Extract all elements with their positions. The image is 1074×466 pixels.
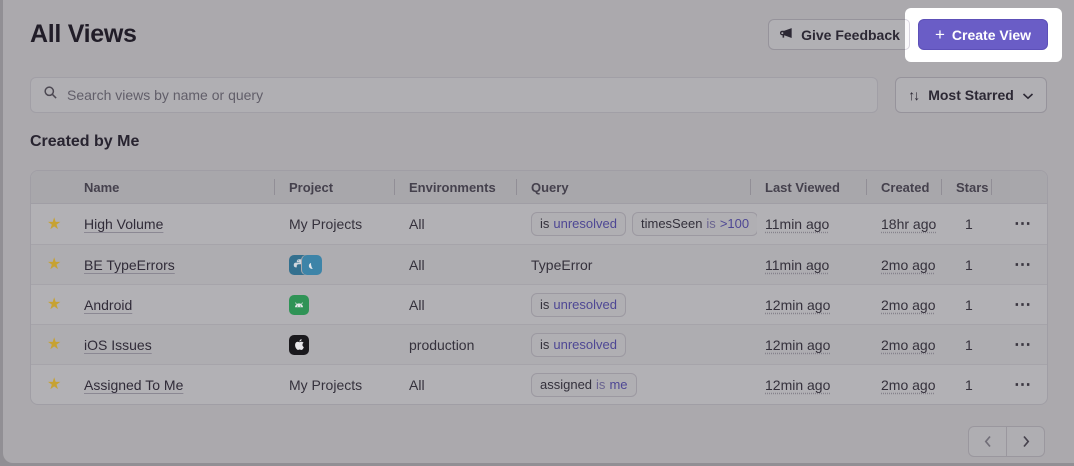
query-cell: TypeError	[531, 257, 765, 273]
star-toggle-button[interactable]: ★	[47, 257, 61, 273]
created-cell: 2mo ago	[881, 377, 956, 393]
star-cell: ★	[31, 336, 84, 353]
view-name-link[interactable]: High Volume	[84, 216, 163, 232]
stars-count: 1	[956, 377, 1006, 393]
create-view-label: Create View	[952, 27, 1031, 43]
created-cell: 2mo ago	[881, 297, 956, 313]
megaphone-icon	[779, 26, 794, 44]
flask-platform-icon	[302, 255, 322, 275]
star-toggle-button[interactable]: ★	[47, 377, 61, 393]
created-cell: 2mo ago	[881, 337, 956, 353]
android-platform-icon	[289, 295, 309, 315]
query-cell: isunresolvedtimesSeenis>100	[531, 212, 765, 236]
column-header-stars: Stars	[956, 180, 1006, 195]
stars-count: 1	[956, 337, 1006, 353]
column-header-query: Query	[531, 180, 765, 195]
give-feedback-button-edge	[905, 19, 910, 50]
section-title: Created by Me	[30, 133, 139, 151]
project-cell	[289, 335, 409, 355]
search-icon	[43, 85, 58, 105]
query-chip: assignedisme	[531, 373, 637, 397]
create-view-button[interactable]: + Create View	[918, 19, 1048, 50]
last-viewed-cell: 12min ago	[765, 297, 881, 313]
view-row[interactable]: ★ Android Allisunresolved 12min ago2mo ago1…	[31, 284, 1047, 324]
query-chip: isunresolved	[531, 333, 626, 357]
stars-count: 1	[956, 216, 1006, 232]
chevron-down-icon	[1022, 87, 1034, 103]
view-row[interactable]: ★ Assigned To Me My ProjectsAllassignedism…	[31, 364, 1047, 404]
view-name-link[interactable]: Assigned To Me	[84, 377, 183, 393]
environments-cell: All	[409, 297, 531, 313]
star-toggle-button[interactable]: ★	[47, 217, 61, 233]
previous-page-button[interactable]	[968, 426, 1007, 457]
view-row[interactable]: ★ High Volume My ProjectsAllisunresolvedti…	[31, 204, 1047, 244]
apple-platform-icon	[289, 335, 309, 355]
stars-count: 1	[956, 297, 1006, 313]
view-row[interactable]: ★ iOS Issues productionisunresolved 12min a…	[31, 324, 1047, 364]
column-header-environments: Environments	[409, 180, 531, 195]
table-body: ★High VolumeMy ProjectsAllisunresolvedti…	[31, 204, 1047, 404]
view-name-link[interactable]: Android	[84, 297, 132, 313]
last-viewed-cell: 12min ago	[765, 337, 881, 353]
next-page-button[interactable]	[1006, 426, 1045, 457]
last-viewed-cell: 11min ago	[765, 257, 881, 273]
view-row[interactable]: ★ BE TypeErrors AllTypeError11min ago2mo a…	[31, 244, 1047, 284]
view-name-link[interactable]: BE TypeErrors	[84, 257, 175, 273]
project-cell	[289, 295, 409, 315]
search-views-box[interactable]	[30, 77, 878, 113]
star-cell: ★	[31, 216, 84, 233]
query-cell: isunresolved	[531, 293, 765, 317]
column-header-name: Name	[31, 180, 289, 195]
created-cell: 2mo ago	[881, 257, 956, 273]
query-chip: timesSeenis>100	[632, 212, 757, 236]
column-header-last-viewed: Last Viewed	[765, 180, 881, 195]
row-menu-button[interactable]: ⋯	[1006, 255, 1032, 275]
column-header-created: Created	[881, 180, 956, 195]
page-title: All Views	[30, 20, 137, 49]
plus-icon: +	[935, 26, 945, 43]
query-cell: isunresolved	[531, 333, 765, 357]
view-name-link[interactable]: iOS Issues	[84, 337, 152, 353]
last-viewed-cell: 12min ago	[765, 377, 881, 393]
star-cell: ★	[31, 296, 84, 313]
star-cell: ★	[31, 376, 84, 393]
table-header: NameProjectEnvironmentsQueryLast ViewedC…	[31, 171, 1047, 204]
row-menu-button[interactable]: ⋯	[1006, 335, 1032, 355]
column-header-project: Project	[289, 180, 409, 195]
row-menu-button[interactable]: ⋯	[1006, 214, 1032, 234]
pagination	[968, 426, 1045, 457]
views-table: NameProjectEnvironmentsQueryLast ViewedC…	[30, 170, 1048, 405]
query-chip: isunresolved	[531, 293, 626, 317]
last-viewed-cell: 11min ago	[765, 216, 881, 232]
query-chip: isunresolved	[531, 212, 626, 236]
project-cell	[289, 255, 409, 275]
project-cell: My Projects	[289, 216, 409, 232]
row-menu-button[interactable]: ⋯	[1006, 295, 1032, 315]
search-views-input[interactable]	[67, 87, 865, 103]
environments-cell: All	[409, 377, 531, 393]
sort-label: Most Starred	[928, 87, 1014, 103]
give-feedback-label: Give Feedback	[801, 27, 900, 43]
created-cell: 18hr ago	[881, 216, 956, 232]
environments-cell: production	[409, 337, 531, 353]
star-toggle-button[interactable]: ★	[47, 297, 61, 313]
star-toggle-button[interactable]: ★	[47, 337, 61, 353]
sort-dropdown[interactable]: ↑↓ Most Starred	[895, 77, 1047, 113]
give-feedback-button[interactable]: Give Feedback	[768, 19, 911, 50]
star-cell: ★	[31, 256, 84, 273]
project-cell: My Projects	[289, 377, 409, 393]
all-views-page: All Views Give Feedback + Create View ↑↓…	[3, 0, 1074, 463]
row-menu-button[interactable]: ⋯	[1006, 375, 1032, 395]
sort-arrows-icon: ↑↓	[908, 87, 918, 103]
stars-count: 1	[956, 257, 1006, 273]
query-cell: assignedisme	[531, 373, 765, 397]
environments-cell: All	[409, 257, 531, 273]
environments-cell: All	[409, 216, 531, 232]
